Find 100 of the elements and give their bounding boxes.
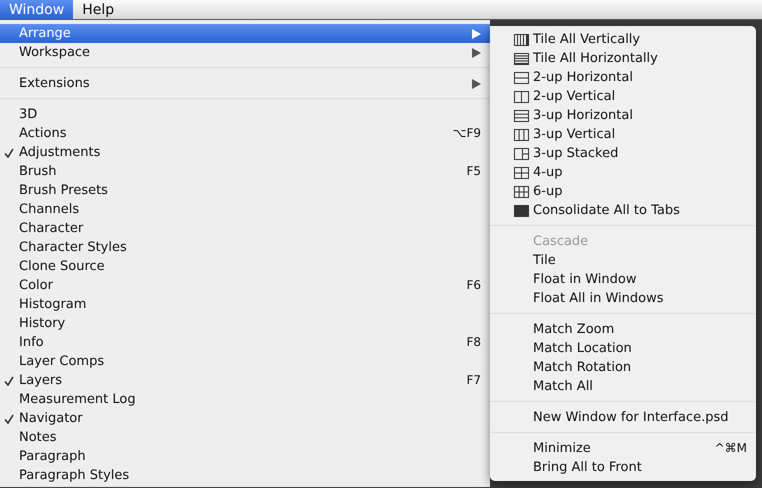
menu-item-label: Extensions	[19, 75, 90, 93]
menu-item-label: Match Zoom	[533, 321, 614, 339]
menu-item-label: Info	[19, 334, 44, 352]
shortcut-label: ^⌘M	[714, 440, 747, 457]
menu-item[interactable]: Navigator	[0, 409, 490, 428]
shortcut-label: F6	[466, 277, 481, 294]
menu-item[interactable]: Measurement Log	[0, 390, 490, 409]
layout-icon	[514, 129, 529, 141]
menu-item[interactable]: Notes	[0, 428, 490, 447]
menu-item-label: 3-up Stacked	[533, 145, 618, 163]
menu-title[interactable]: Help	[73, 0, 124, 19]
menu-item-label: Tile All Vertically	[533, 31, 640, 49]
menu-item-label: Float All in Windows	[533, 290, 664, 308]
menu-item[interactable]: Layer Comps	[0, 352, 490, 371]
menu-item-label: Tile All Horizontally	[533, 50, 658, 68]
menu-item[interactable]: Brush F5	[0, 162, 490, 181]
menu-item[interactable]: Float in Window	[490, 270, 756, 289]
menu-item[interactable]: Actions ⌥F9	[0, 124, 490, 143]
menu-item-label: Adjustments	[19, 144, 100, 162]
menu-item[interactable]: Match Location	[490, 339, 756, 358]
menu-item[interactable]: Extensions	[0, 74, 490, 93]
menu-item-label: Color	[19, 277, 53, 295]
menu-item-label: 6-up	[533, 183, 562, 201]
menu-title[interactable]: Window	[0, 0, 74, 19]
menu-item-label: Clone Source	[19, 258, 105, 276]
menu-item[interactable]: Channels	[0, 200, 490, 219]
menu-item[interactable]: 2-up Horizontal	[490, 68, 756, 87]
menu-item[interactable]: Match Zoom	[490, 320, 756, 339]
layout-icon	[514, 205, 529, 217]
menu-item[interactable]: Consolidate All to Tabs	[490, 201, 756, 220]
menu-item[interactable]: Brush Presets	[0, 181, 490, 200]
menu-item[interactable]: Tile All Vertically	[490, 30, 756, 49]
menu-item[interactable]: 3D	[0, 105, 490, 124]
menu-item-label: New Window for Interface.psd	[533, 409, 728, 427]
menu-item-label: 3-up Horizontal	[533, 107, 633, 125]
menu-item-label: Measurement Log	[19, 391, 136, 409]
shortcut-label: F8	[466, 334, 481, 351]
menu-item[interactable]: Arrange	[0, 24, 490, 43]
menu-item-label: Layer Comps	[19, 353, 104, 371]
menu-item-label: Histogram	[19, 296, 86, 314]
layout-icon	[514, 148, 529, 160]
menu-item-label: Tile	[533, 252, 556, 270]
layout-icon	[514, 34, 529, 46]
menu-item[interactable]: New Window for Interface.psd	[490, 408, 756, 427]
menu-item[interactable]: Minimize ^⌘M	[490, 439, 756, 458]
menu-item[interactable]: Clone Source	[0, 257, 490, 276]
menu-item[interactable]: Character Styles	[0, 238, 490, 257]
layout-icon	[514, 110, 529, 122]
menu-item-label: Channels	[19, 201, 80, 219]
menu-item[interactable]: Info F8	[0, 333, 490, 352]
menu-item[interactable]: 3-up Horizontal	[490, 106, 756, 125]
menu-item[interactable]: Workspace	[0, 43, 490, 62]
menu-item-label: Match All	[533, 378, 593, 396]
menu-item[interactable]: 3-up Vertical	[490, 125, 756, 144]
menu-item-label: Character	[19, 220, 84, 238]
menu-item-label: 3-up Vertical	[533, 126, 616, 144]
menu-item[interactable]: Match All	[490, 377, 756, 396]
shortcut-label: F5	[466, 163, 481, 180]
menu-item-label: 2-up Horizontal	[533, 69, 633, 87]
menu-item[interactable]: Tile All Horizontally	[490, 49, 756, 68]
menu-item-label: Paragraph Styles	[19, 467, 130, 485]
layout-icon	[514, 186, 529, 198]
menu-item[interactable]: 6-up	[490, 182, 756, 201]
menu-item-label: Brush	[19, 163, 57, 181]
menu-item-label: Bring All to Front	[533, 459, 642, 477]
menu-item[interactable]: Color F6	[0, 276, 490, 295]
menu-item[interactable]: 2-up Vertical	[490, 87, 756, 106]
menu-item-label: Float in Window	[533, 271, 636, 289]
menu-item-label: 4-up	[533, 164, 562, 182]
layout-icon	[514, 72, 529, 84]
menu-item-label: Brush Presets	[19, 182, 108, 200]
menu-item[interactable]: Float All in Windows	[490, 289, 756, 308]
menu-item[interactable]: Paragraph Styles	[0, 466, 490, 485]
menu-item[interactable]: 4-up	[490, 163, 756, 182]
menu-item-label: Match Rotation	[533, 359, 632, 377]
menu-item[interactable]: Paragraph	[0, 447, 490, 466]
menu-item-label: Navigator	[19, 410, 83, 428]
menu-item[interactable]: Character	[0, 219, 490, 238]
menu-item-label: Layers	[19, 372, 62, 390]
menu-item-label: Minimize	[533, 440, 591, 458]
layout-icon	[514, 53, 529, 65]
menu-item[interactable]: 3-up Stacked	[490, 144, 756, 163]
menu-item-label: Paragraph	[19, 448, 86, 466]
menu-item-label: Character Styles	[19, 239, 127, 257]
menu-item[interactable]: History	[0, 314, 490, 333]
menu-item[interactable]: Adjustments	[0, 143, 490, 162]
menu-item[interactable]: Layers F7	[0, 371, 490, 390]
menu-item[interactable]: Bring All to Front	[490, 458, 756, 477]
menu-item[interactable]: Tile	[490, 251, 756, 270]
menu-item-label: Workspace	[19, 44, 90, 62]
menu-item-label: 2-up Vertical	[533, 88, 616, 106]
shortcut-label: F7	[466, 372, 481, 389]
layout-icon	[514, 91, 529, 103]
menu-item-label: Consolidate All to Tabs	[533, 202, 680, 220]
menu-item-label: 3D	[19, 106, 38, 124]
menu-item-label: Cascade	[533, 233, 588, 251]
menu-item[interactable]: Match Rotation	[490, 358, 756, 377]
menu-item[interactable]: Histogram	[0, 295, 490, 314]
menu-item-label: Match Location	[533, 340, 632, 358]
menu-item-label: Notes	[19, 429, 57, 447]
